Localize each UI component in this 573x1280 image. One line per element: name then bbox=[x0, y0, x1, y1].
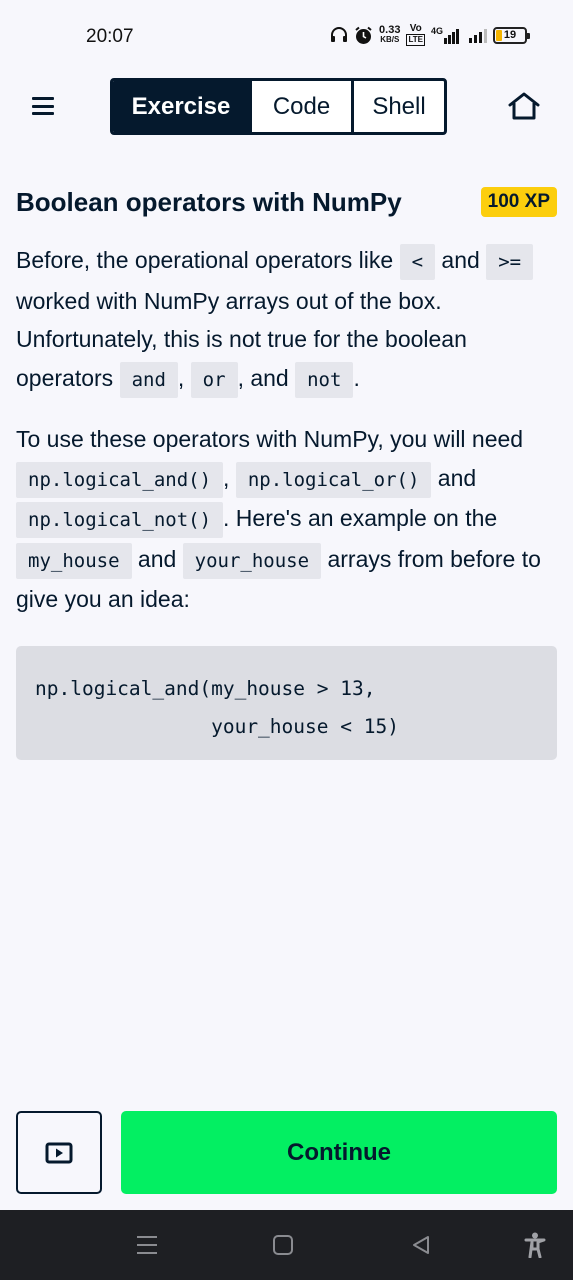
network-type: 4G bbox=[430, 26, 443, 36]
tab-shell[interactable]: Shell bbox=[351, 81, 444, 132]
continue-button[interactable]: Continue bbox=[121, 1111, 557, 1194]
tab-exercise[interactable]: Exercise bbox=[113, 81, 249, 132]
menu-button[interactable] bbox=[30, 94, 56, 118]
inline-code: np.logical_or() bbox=[235, 461, 432, 498]
headphones-icon bbox=[331, 27, 348, 42]
home-icon bbox=[508, 92, 540, 120]
status-time: 20:07 bbox=[86, 26, 134, 47]
battery-icon: 19 bbox=[493, 26, 530, 44]
instructions-paragraph-1: Before, the operational operators like <… bbox=[16, 241, 557, 399]
signal-icon-2 bbox=[469, 27, 487, 43]
signal-icon: 4G bbox=[431, 26, 459, 44]
volte-indicator: Vo LTE bbox=[406, 23, 425, 46]
view-tabs: Exercise Code Shell bbox=[110, 78, 447, 135]
instructions-paragraph-2: To use these operators with NumPy, you w… bbox=[16, 426, 541, 612]
status-bar: 20:07 0.33 KB/S Vo LTE 4G 19 bbox=[0, 0, 573, 74]
video-button[interactable] bbox=[16, 1111, 102, 1194]
net-speed: 0.33 KB/S bbox=[379, 24, 401, 45]
inline-code: np.logical_and() bbox=[16, 461, 224, 498]
xp-badge: 100 XP bbox=[480, 187, 557, 217]
nav-home-button[interactable] bbox=[268, 1230, 298, 1260]
nav-back-button[interactable] bbox=[406, 1230, 436, 1260]
inline-code: or bbox=[190, 361, 238, 398]
system-nav-bar bbox=[0, 1210, 573, 1280]
video-play-icon bbox=[45, 1142, 73, 1163]
accessibility-icon bbox=[524, 1232, 546, 1258]
inline-code: and bbox=[119, 361, 178, 398]
status-icons: 0.33 KB/S Vo LTE 4G 19 bbox=[330, 23, 530, 46]
nav-recents-button[interactable] bbox=[132, 1230, 162, 1260]
inline-code: your_house bbox=[182, 542, 322, 579]
inline-code: < bbox=[399, 244, 436, 280]
back-icon bbox=[413, 1236, 429, 1254]
inline-code: >= bbox=[486, 244, 534, 280]
menu-icon bbox=[32, 97, 54, 100]
home-square-icon bbox=[273, 1235, 293, 1255]
nav-accessibility-button[interactable] bbox=[520, 1230, 550, 1260]
home-button[interactable] bbox=[506, 90, 542, 122]
recents-icon bbox=[137, 1236, 157, 1254]
exercise-header: Boolean operators with NumPy 100 XP bbox=[16, 182, 557, 222]
alarm-icon bbox=[355, 26, 372, 44]
code-example-block: np.logical_and(my_house > 13, your_house… bbox=[16, 646, 557, 760]
inline-code: np.logical_not() bbox=[16, 502, 224, 538]
inline-code: not bbox=[295, 361, 354, 398]
page-title: Boolean operators with NumPy bbox=[16, 186, 402, 217]
tab-code[interactable]: Code bbox=[249, 81, 351, 132]
inline-code: my_house bbox=[16, 542, 132, 579]
